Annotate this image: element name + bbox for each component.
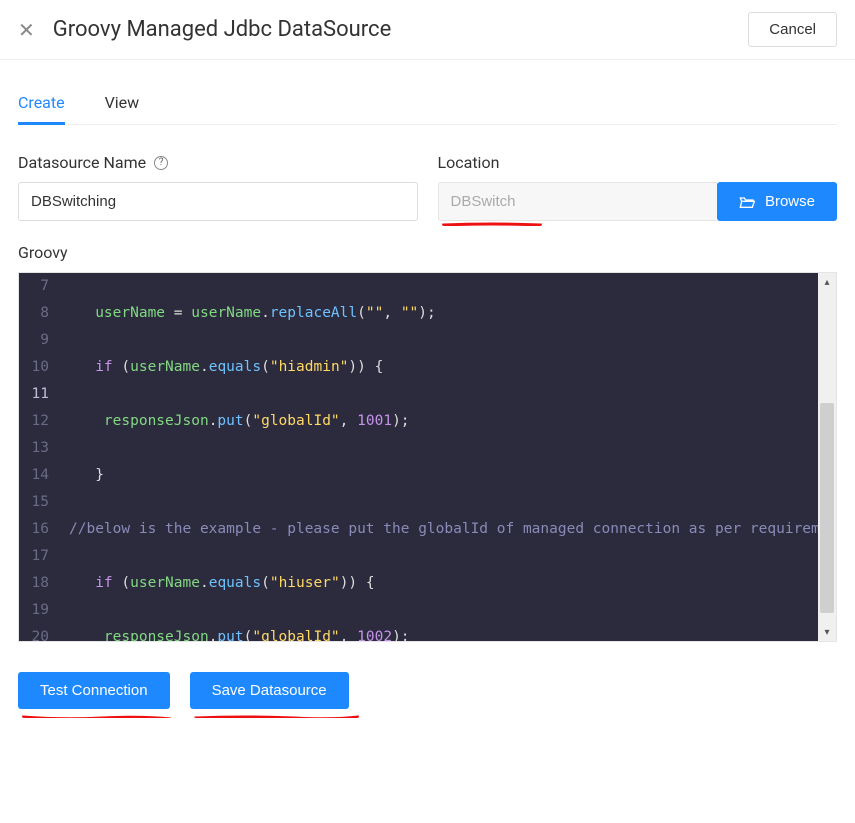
datasource-name-input[interactable]	[18, 182, 418, 221]
dialog-title: Groovy Managed Jdbc DataSource	[53, 17, 391, 42]
tab-bar: Create View	[18, 85, 837, 125]
folder-open-icon	[739, 195, 755, 209]
editor-gutter: 7 8 9 10 11 12 13 14 15 16 17 18 19 20	[19, 273, 61, 641]
dialog-header: ✕ Groovy Managed Jdbc DataSource Cancel	[0, 0, 855, 60]
location-input[interactable]	[438, 182, 717, 221]
help-icon[interactable]: ?	[154, 156, 168, 170]
action-buttons: Test Connection Save Datasource	[18, 672, 837, 709]
tab-view[interactable]: View	[105, 85, 140, 124]
header-left: ✕ Groovy Managed Jdbc DataSource	[18, 17, 391, 42]
editor-scrollbar[interactable]: ▴ ▾	[818, 273, 836, 641]
annotation-underline	[22, 714, 172, 718]
save-datasource-button[interactable]: Save Datasource	[190, 672, 349, 709]
groovy-label: Groovy	[18, 243, 837, 262]
annotation-underline	[194, 714, 359, 718]
close-icon[interactable]: ✕	[18, 18, 35, 42]
tab-create[interactable]: Create	[18, 85, 65, 124]
browse-label: Browse	[765, 193, 815, 210]
location-col: Location Browse	[438, 153, 838, 221]
dialog-content: Create View Datasource Name ? Location	[0, 60, 855, 729]
location-label-row: Location	[438, 153, 838, 172]
location-label: Location	[438, 153, 500, 172]
scroll-up-icon[interactable]: ▴	[818, 273, 836, 291]
editor-code[interactable]: userName = userName.replaceAll("", ""); …	[61, 273, 836, 641]
code-editor[interactable]: 7 8 9 10 11 12 13 14 15 16 17 18 19 20 u…	[18, 272, 837, 642]
browse-button[interactable]: Browse	[717, 182, 837, 221]
datasource-name-label: Datasource Name	[18, 153, 146, 172]
scroll-thumb[interactable]	[820, 403, 834, 613]
cancel-button[interactable]: Cancel	[748, 12, 837, 47]
form-row: Datasource Name ? Location Browse	[18, 153, 837, 221]
annotation-underline	[442, 222, 542, 226]
scroll-down-icon[interactable]: ▾	[818, 623, 836, 641]
test-connection-button[interactable]: Test Connection	[18, 672, 170, 709]
location-input-group: Browse	[438, 182, 838, 221]
datasource-name-col: Datasource Name ?	[18, 153, 418, 221]
datasource-name-label-row: Datasource Name ?	[18, 153, 418, 172]
